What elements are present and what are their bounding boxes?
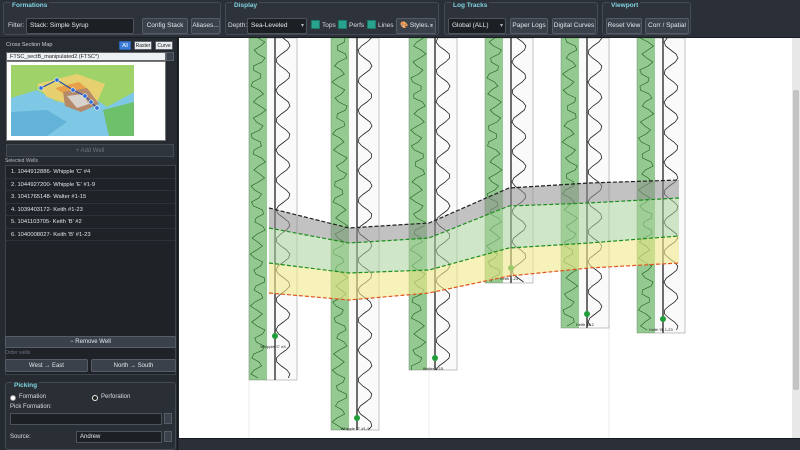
top-toolbar: Formations Filter: Stack: Simple Syrup C…: [0, 0, 800, 38]
display-group-title: Display: [232, 2, 260, 9]
formation-radio-label: Formation: [19, 394, 47, 400]
tops-checkbox[interactable]: [311, 20, 320, 29]
viewport-group: Viewport Reset View Corr / Spatial: [602, 2, 691, 35]
well-marker-dot: [272, 333, 278, 339]
west-east-button[interactable]: West → East: [5, 359, 88, 372]
picking-group-title: Picking: [12, 382, 40, 389]
chevron-down-icon: ▾: [499, 23, 503, 29]
palette-icon: 🎨: [400, 22, 409, 29]
list-item[interactable]: 4. 1039403172- Keith #1-23: [6, 204, 175, 216]
well-label: Keith 'B' 1-23: [649, 327, 673, 332]
source-dropdown-button[interactable]: [164, 431, 172, 442]
well-label: Walter 1-15: [423, 366, 444, 371]
cross-section-map-title: Cross Section Map: [6, 42, 53, 48]
gamma-ray-track: [409, 38, 427, 370]
north-south-button[interactable]: North → South: [91, 359, 176, 372]
left-panel: Cross Section Map All Raster Curve FTSC_…: [0, 38, 178, 450]
well-marker-dot: [432, 355, 438, 361]
list-item[interactable]: 1. 1044912886- Whipple 'C' #4: [6, 166, 175, 179]
cross-section-svg[interactable]: Whipple 'C' #4 Whipple 'E' #1-9 Walter 1-1…: [179, 37, 792, 438]
display-group: Display Depth: Sea-Leveled ▾ Tops Perfs …: [225, 2, 439, 35]
tops-label: Tops: [322, 22, 336, 29]
well-marker-dot: [660, 316, 666, 322]
filter-label: Filter:: [8, 22, 25, 29]
formations-group: Formations Filter: Stack: Simple Syrup C…: [3, 2, 221, 35]
list-item[interactable]: 3. 1041765148- Walter #1-15: [6, 191, 175, 204]
mode-raster-button[interactable]: Raster: [134, 41, 152, 50]
chevron-down-icon: ▾: [300, 23, 304, 29]
mode-curve-button[interactable]: Curve: [155, 41, 173, 50]
pick-formation-dropdown-button[interactable]: [164, 413, 172, 424]
depth-value: Sea-Leveled: [251, 22, 288, 29]
pick-formation-label: Pick Formation:: [10, 404, 52, 410]
reset-view-button[interactable]: Reset View: [606, 18, 642, 34]
filter-value: Stack: Simple Syrup: [30, 22, 89, 29]
well-label: Whipple 'C' #4: [260, 344, 286, 349]
well-marker-dot: [354, 415, 360, 421]
cross-section-map[interactable]: [6, 61, 166, 141]
log-tracks-group: Log Tracks Global (ALL) ▾ Paper Logs Dig…: [444, 2, 598, 35]
depth-select[interactable]: Sea-Leveled ▾: [247, 18, 307, 34]
depth-label: Depth:: [228, 22, 248, 29]
chevron-down-icon: ▾: [429, 23, 433, 29]
perfs-checkbox[interactable]: [338, 20, 347, 29]
filter-input[interactable]: Stack: Simple Syrup: [26, 18, 134, 34]
well-label: Whipple 'E' #1-9: [341, 426, 371, 431]
paper-logs-button[interactable]: Paper Logs: [510, 18, 548, 34]
viewport-group-title: Viewport: [609, 2, 641, 9]
config-stack-button[interactable]: Config Stack: [142, 18, 188, 34]
canvas-scroll-thumb[interactable]: [793, 90, 799, 390]
log-scope-value: Global (ALL): [452, 22, 489, 29]
well-label: Keith 'B' 2: [576, 322, 595, 327]
selected-wells-label: Selected Wells: [5, 158, 38, 164]
gamma-ray-track: [561, 38, 579, 328]
formation-radio[interactable]: [10, 395, 16, 401]
formations-group-title: Formations: [10, 2, 50, 9]
log-tracks-group-title: Log Tracks: [451, 2, 490, 9]
styles-button[interactable]: 🎨 Styles... ▾: [396, 18, 436, 34]
perforation-radio[interactable]: [92, 395, 98, 401]
pick-formation-input[interactable]: [10, 413, 162, 425]
canvas-bottom-bar: [179, 438, 800, 450]
picking-group: Picking Formation Perforation Pick Forma…: [5, 382, 176, 450]
source-label: Source:: [10, 434, 31, 440]
cross-section-canvas[interactable]: Whipple 'C' #4 Whipple 'E' #1-9 Walter 1-1…: [179, 37, 800, 438]
map-layer-value: FTSC_sectB_manipulated2 (FTSC*): [10, 54, 99, 60]
corr-spatial-button[interactable]: Corr / Spatial: [645, 18, 689, 34]
perfs-label: Perfs: [349, 22, 365, 29]
list-item[interactable]: 2. 1044927200- Whipple 'E' #1-9: [6, 179, 175, 191]
aliases-button[interactable]: Aliases...: [191, 18, 220, 34]
map-image: [7, 62, 165, 140]
well-marker-dot: [584, 311, 590, 317]
remove-well-button[interactable]: − Remove Well: [5, 336, 176, 348]
log-scope-select[interactable]: Global (ALL) ▾: [448, 18, 506, 34]
perforation-radio-label: Perforation: [101, 394, 131, 400]
map-scroll-button[interactable]: [166, 52, 174, 61]
mode-all-button[interactable]: All: [119, 41, 131, 50]
source-value: Andrew: [80, 434, 101, 440]
order-wells-label: Order wells: [5, 350, 31, 356]
lines-label: Lines: [378, 22, 394, 29]
source-input[interactable]: Andrew: [76, 431, 162, 443]
list-item[interactable]: 5. 1041103705- Keith 'B' #2: [6, 216, 175, 229]
lines-checkbox[interactable]: [367, 20, 376, 29]
add-well-button[interactable]: + Add Well: [6, 144, 174, 157]
map-layer-select[interactable]: FTSC_sectB_manipulated2 (FTSC*): [6, 52, 166, 61]
digital-curves-button[interactable]: Digital Curves: [552, 18, 596, 34]
list-item[interactable]: 6. 1040008027- Keith 'B' #1-23: [6, 229, 175, 241]
